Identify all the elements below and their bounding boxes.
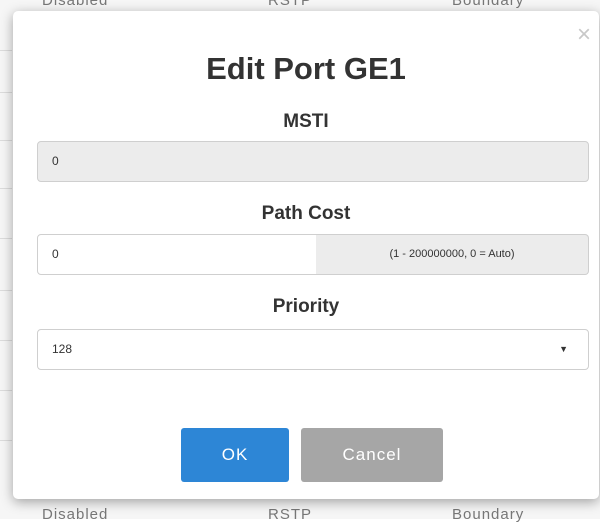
- msti-field: 0: [37, 141, 589, 182]
- priority-label: Priority: [272, 296, 340, 317]
- edit-port-dialog: × Edit Port GE1 MSTI 0 Path Cost 0 (1 - …: [13, 11, 599, 499]
- background-divider: [0, 140, 12, 141]
- cancel-button[interactable]: Cancel: [301, 428, 443, 482]
- background-cell-status: Disabled: [42, 506, 109, 523]
- background-cell-protocol: RSTP: [268, 506, 313, 523]
- chevron-down-icon: ▼: [559, 344, 568, 354]
- msti-label: MSTI: [283, 111, 329, 132]
- priority-selected-value: 128: [52, 342, 73, 356]
- background-divider: [0, 188, 12, 189]
- path-cost-range-hint: (1 - 200000000, 0 = Auto): [316, 234, 589, 275]
- dialog-title: Edit Port GE1: [206, 51, 406, 86]
- background-cell-status: Disabled: [42, 0, 109, 9]
- background-divider: [0, 92, 12, 93]
- ok-button[interactable]: OK: [181, 428, 289, 482]
- background-divider: [0, 238, 12, 239]
- background-divider: [0, 50, 12, 51]
- background-divider: [0, 290, 12, 291]
- background-divider: [0, 340, 12, 341]
- background-divider: [0, 390, 12, 391]
- path-cost-label: Path Cost: [261, 203, 351, 224]
- priority-select[interactable]: 128 ▼: [37, 329, 589, 370]
- background-divider: [0, 440, 12, 441]
- background-cell-type: Boundary: [452, 506, 525, 523]
- background-cell-protocol: RSTP: [268, 0, 313, 9]
- background-table-row: Disabled RSTP Boundary: [0, 500, 600, 528]
- close-icon[interactable]: ×: [573, 23, 595, 47]
- background-cell-type: Boundary: [452, 0, 525, 9]
- path-cost-input[interactable]: 0: [37, 234, 317, 275]
